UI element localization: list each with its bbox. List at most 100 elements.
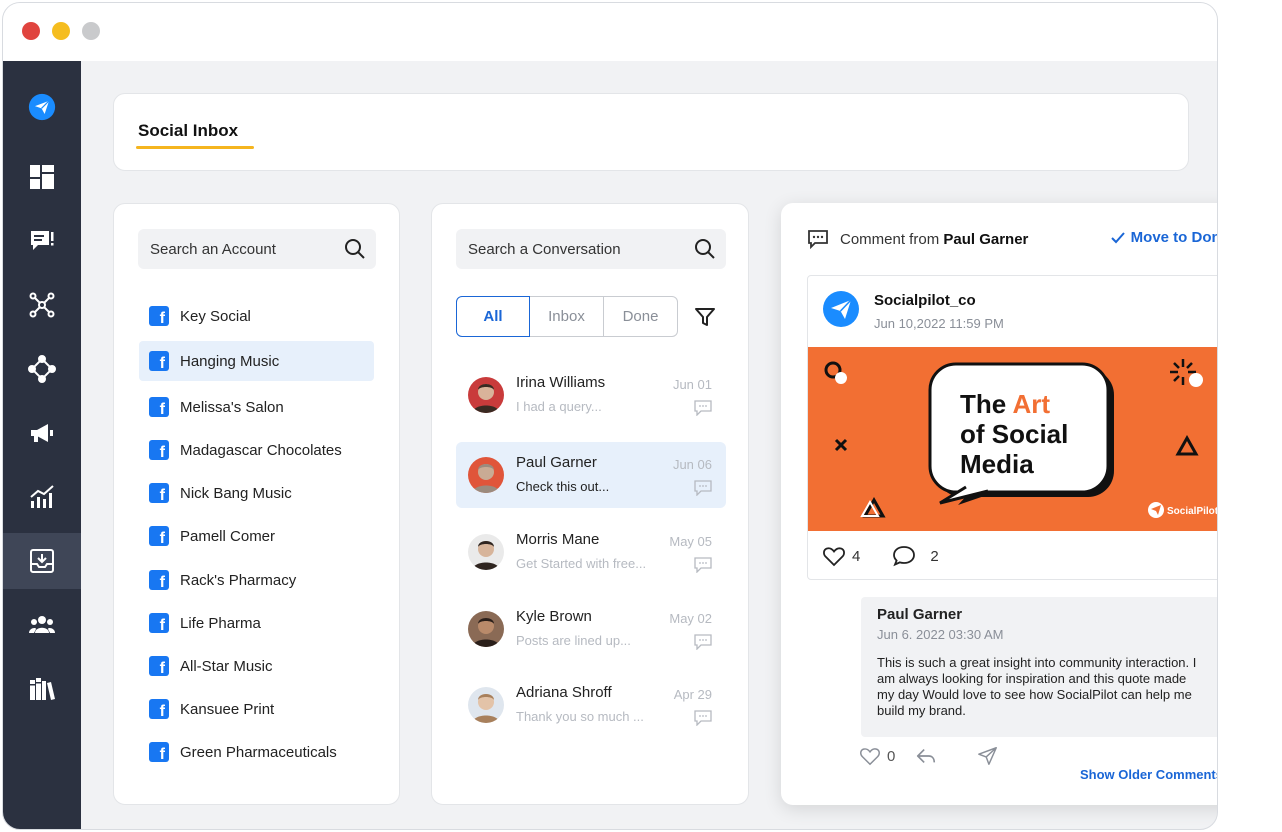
comment-type-icon	[694, 557, 712, 573]
comment-heading: Comment from Paul Garner	[840, 231, 1028, 248]
comment-icon	[808, 230, 828, 249]
comment-bubble-icon[interactable]	[892, 544, 916, 568]
comment-type-icon	[694, 480, 712, 496]
comment-detail-panel: Comment from Paul Garner Move to Done So…	[781, 203, 1217, 805]
tab-all[interactable]: All	[456, 296, 530, 337]
account-label: Pamell Comer	[180, 527, 276, 545]
facebook-icon	[149, 742, 169, 764]
account-item[interactable]: Hanging Music	[139, 341, 374, 381]
account-label: Hanging Music	[180, 352, 280, 370]
reply-icon[interactable]	[915, 745, 937, 767]
comment-heading-name: Paul Garner	[943, 231, 1029, 248]
heart-icon[interactable]	[822, 544, 846, 568]
avatar	[468, 687, 504, 723]
account-item[interactable]: Madagascar Chocolates	[139, 430, 374, 470]
like-comment-icon[interactable]	[859, 745, 881, 767]
comment-box: Paul Garner Jun 6. 2022 03:30 AM This is…	[861, 597, 1217, 737]
post-card: Socialpilot_co Jun 10,2022 11:59 PM The …	[807, 275, 1217, 580]
facebook-icon	[149, 570, 169, 592]
conversation-tabs: All Inbox Done	[456, 296, 678, 337]
conversation-item[interactable]: Paul Garner Check this out... Jun 06	[456, 442, 726, 508]
facebook-icon	[149, 351, 169, 373]
conversation-item[interactable]: Kyle Brown Posts are lined up... May 02	[456, 596, 726, 662]
comment-actions: 0	[859, 745, 999, 767]
account-label: Life Pharma	[180, 614, 261, 632]
account-item[interactable]: Key Social	[139, 296, 374, 336]
account-label: Rack's Pharmacy	[180, 571, 297, 589]
show-older-comments-link[interactable]: Show Older Comments	[1080, 767, 1217, 782]
avatar	[468, 534, 504, 570]
close-window-button[interactable]	[22, 22, 40, 40]
socialpilot-avatar-icon	[823, 291, 859, 327]
account-item[interactable]: Green Pharmaceuticals	[139, 732, 374, 772]
conversation-date: May 05	[669, 534, 712, 549]
conversation-date: May 02	[669, 611, 712, 626]
avatar	[468, 457, 504, 493]
account-item[interactable]: Kansuee Print	[139, 689, 374, 729]
maximize-window-button[interactable]	[82, 22, 100, 40]
posts-icon[interactable]	[3, 213, 81, 269]
account-label: Green Pharmaceuticals	[180, 743, 337, 761]
tab-done[interactable]: Done	[604, 296, 678, 337]
conversation-search	[456, 229, 726, 269]
account-item[interactable]: Melissa's Salon	[139, 387, 374, 427]
analytics-icon[interactable]	[3, 469, 81, 525]
account-search	[138, 229, 376, 269]
megaphone-icon[interactable]	[3, 405, 81, 461]
connections-icon[interactable]	[3, 277, 81, 333]
dashboard-icon[interactable]	[3, 149, 81, 205]
conversation-date: Apr 29	[673, 687, 712, 702]
tab-inbox[interactable]: Inbox	[530, 296, 604, 337]
conversation-item[interactable]: Adriana Shroff Thank you so much ... Apr 2…	[456, 672, 726, 738]
conversation-search-input[interactable]	[456, 229, 726, 269]
conversation-item[interactable]: Irina Williams I had a query... Jun 01	[456, 362, 726, 428]
library-icon[interactable]	[3, 661, 81, 717]
facebook-icon	[149, 613, 169, 635]
facebook-icon	[149, 656, 169, 678]
account-item[interactable]: Pamell Comer	[139, 516, 374, 556]
account-label: All-Star Music	[180, 657, 273, 675]
socialpilot-logo-icon[interactable]	[3, 79, 81, 135]
facebook-icon	[149, 440, 169, 462]
check-icon	[1110, 231, 1125, 243]
title-underline	[136, 146, 254, 149]
title-bar	[3, 3, 1217, 61]
team-icon[interactable]	[3, 597, 81, 653]
filter-icon[interactable]	[694, 306, 716, 328]
conversation-name: Irina Williams	[516, 374, 606, 391]
integrations-icon[interactable]	[3, 341, 81, 397]
account-label: Melissa's Salon	[180, 398, 284, 416]
account-item[interactable]: Life Pharma	[139, 603, 374, 643]
account-search-input[interactable]	[138, 229, 376, 269]
inbox-icon[interactable]	[3, 533, 81, 589]
conversation-preview: Get Started with free...	[516, 556, 647, 571]
conversation-item[interactable]: Morris Mane Get Started with free... May 0…	[456, 519, 726, 585]
search-icon[interactable]	[344, 238, 366, 260]
app-window: Social Inbox Key Social Hanging Music Meli…	[2, 2, 1218, 830]
conversation-preview: Posts are lined up...	[516, 633, 631, 648]
conversation-preview: Thank you so much ...	[516, 709, 644, 724]
comment-time: Jun 6. 2022 03:30 AM	[877, 627, 1004, 642]
facebook-icon	[149, 483, 169, 505]
move-to-done-button[interactable]: Move to Done	[1110, 229, 1217, 246]
comment-heading-prefix: Comment from	[840, 231, 940, 248]
likes-count: 4	[852, 547, 861, 565]
account-label: Nick Bang Music	[180, 484, 292, 502]
conversation-date: Jun 06	[672, 457, 712, 472]
search-icon[interactable]	[694, 238, 716, 260]
conversation-preview: I had a query...	[516, 399, 602, 414]
post-stats: 4 2	[822, 544, 939, 568]
post-image: The Art of Social Media SocialPilot	[808, 347, 1217, 531]
account-item[interactable]: Rack's Pharmacy	[139, 560, 374, 600]
account-item[interactable]: Nick Bang Music	[139, 473, 374, 513]
comment-author: Paul Garner	[877, 606, 963, 623]
post-time: Jun 10,2022 11:59 PM	[874, 316, 1004, 331]
minimize-window-button[interactable]	[52, 22, 70, 40]
send-icon[interactable]	[977, 745, 999, 767]
facebook-icon	[149, 306, 169, 328]
comment-type-icon	[694, 710, 712, 726]
account-item[interactable]: All-Star Music	[139, 646, 374, 686]
account-label: Key Social	[180, 307, 251, 325]
conversations-panel: All Inbox Done Irina Williams I had a que…	[431, 203, 749, 805]
facebook-icon	[149, 699, 169, 721]
